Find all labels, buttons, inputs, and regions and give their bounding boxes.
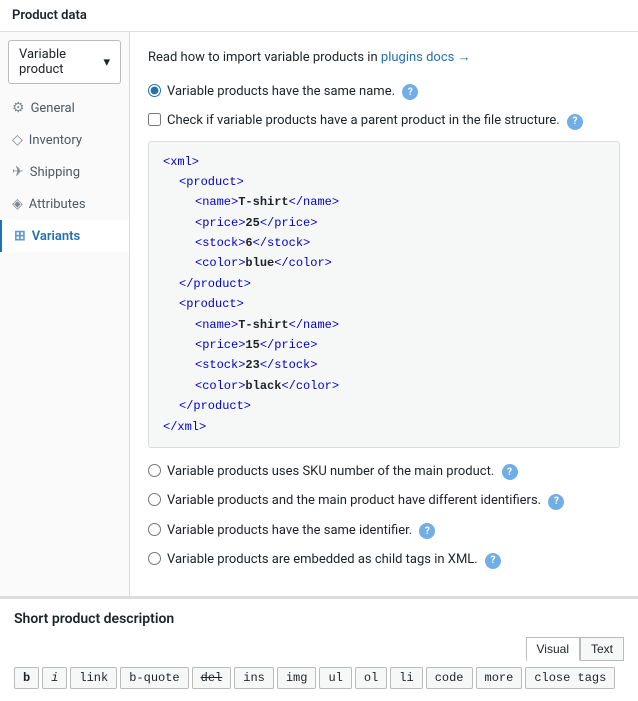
help-icon-child-tags[interactable]: ? <box>485 553 501 569</box>
radio-diff-id-label: Variable products and the main product h… <box>167 491 564 511</box>
xml-line: <stock> <box>195 236 245 250</box>
format-ins[interactable]: ins <box>234 667 274 689</box>
sidebar-item-inventory[interactable]: ◇ Inventory <box>0 124 129 156</box>
radio-option-same-name: Variable products have the same name. ? <box>148 82 620 102</box>
radio-child-tags-label: Variable products are embedded as child … <box>167 550 501 570</box>
tab-text[interactable]: Text <box>580 637 624 661</box>
checkbox-parent-check: Check if variable products have a parent… <box>148 111 620 131</box>
format-ul[interactable]: ul <box>319 667 351 689</box>
sidebar-item-label: Shipping <box>30 165 80 180</box>
xml-line: <product> <box>179 297 244 311</box>
format-blockquote[interactable]: b-quote <box>120 667 188 689</box>
format-ol[interactable]: ol <box>355 667 387 689</box>
radio-diff-id[interactable] <box>148 493 161 506</box>
product-type-value: Variable product <box>19 47 103 77</box>
help-icon-sku[interactable]: ? <box>502 464 518 480</box>
help-icon-diff-id[interactable]: ? <box>548 494 564 510</box>
variants-icon: ⊞ <box>14 228 26 244</box>
format-link[interactable]: link <box>70 667 117 689</box>
format-more[interactable]: more <box>476 667 523 689</box>
radio-option-child-tags: Variable products are embedded as child … <box>148 550 620 570</box>
xml-line: <xml> <box>163 155 199 169</box>
format-code[interactable]: code <box>426 667 473 689</box>
help-icon-sub[interactable]: ? <box>567 114 583 130</box>
sidebar-item-label: Attributes <box>29 197 86 212</box>
sidebar-nav: ⚙ General ◇ Inventory ✈ Shipping ◈ Attri… <box>0 92 129 252</box>
short-description-section: Short product description Visual Text b … <box>0 596 638 701</box>
xml-line: <color> <box>195 379 245 393</box>
xml-line: <product> <box>179 175 244 189</box>
radio-child-tags[interactable] <box>148 552 161 565</box>
xml-line: <price> <box>195 338 245 352</box>
sidebar-item-label: Inventory <box>29 133 82 148</box>
editor-toolbar: Visual Text <box>14 637 624 661</box>
radio-same-id[interactable] <box>148 523 161 536</box>
sidebar-item-label: General <box>31 101 75 116</box>
xml-line: <price> <box>195 216 245 230</box>
tab-visual[interactable]: Visual <box>526 637 580 661</box>
help-icon-same-id[interactable]: ? <box>419 523 435 539</box>
sidebar-item-shipping[interactable]: ✈ Shipping <box>0 156 129 188</box>
general-icon: ⚙ <box>12 100 25 116</box>
xml-line: </product> <box>179 277 251 291</box>
radio-sku-label: Variable products uses SKU number of the… <box>167 462 518 482</box>
xml-line: <color> <box>195 256 245 270</box>
arrow-icon: → <box>458 50 471 65</box>
format-img[interactable]: img <box>277 667 317 689</box>
shipping-icon: ✈ <box>12 164 24 180</box>
sidebar-item-attributes[interactable]: ◈ Attributes <box>0 188 129 220</box>
xml-line: <name> <box>195 195 238 209</box>
format-buttons-bar: b i link b-quote del ins img ul ol li co… <box>14 667 624 689</box>
xml-line: <name> <box>195 318 238 332</box>
product-data-body: Variable product ▾ ⚙ General ◇ Inventory… <box>0 32 638 596</box>
format-li[interactable]: li <box>390 667 422 689</box>
radio-option-sku: Variable products uses SKU number of the… <box>148 462 620 482</box>
import-notice-prefix: Read how to import variable products in <box>148 50 378 65</box>
xml-code-block: <xml> <product> <name>T-shirt</name> <pr… <box>148 141 620 448</box>
plugins-docs-link-text: plugins docs <box>381 50 454 65</box>
radio-same-name-label: Variable products have the same name. ? <box>167 82 418 102</box>
checkbox-parent-label: Check if variable products have a parent… <box>167 111 583 131</box>
product-type-dropdown[interactable]: Variable product ▾ <box>8 40 121 84</box>
dropdown-chevron-icon: ▾ <box>103 55 110 70</box>
sidebar-item-variants[interactable]: ⊞ Variants <box>0 220 129 252</box>
sidebar: Variable product ▾ ⚙ General ◇ Inventory… <box>0 32 130 596</box>
help-icon[interactable]: ? <box>402 84 418 100</box>
main-content: Read how to import variable products in … <box>130 32 638 596</box>
radio-option-same-id: Variable products have the same identifi… <box>148 521 620 541</box>
radio-same-name[interactable] <box>148 84 161 97</box>
format-italic[interactable]: i <box>42 667 67 689</box>
format-bold[interactable]: b <box>14 667 39 689</box>
product-data-header: Product data <box>0 0 638 32</box>
short-description-title: Short product description <box>14 611 624 627</box>
radio-option-diff-id: Variable products and the main product h… <box>148 491 620 511</box>
sidebar-item-label: Variants <box>32 229 80 244</box>
format-del[interactable]: del <box>192 667 232 689</box>
radio-sku[interactable] <box>148 464 161 477</box>
product-data-label: Product data <box>12 8 87 23</box>
attributes-icon: ◈ <box>12 196 23 212</box>
inventory-icon: ◇ <box>12 132 23 148</box>
app-container: Product data Variable product ▾ ⚙ Genera… <box>0 0 638 701</box>
xml-line: </product> <box>179 399 251 413</box>
xml-line: <stock> <box>195 358 245 372</box>
radio-same-id-label: Variable products have the same identifi… <box>167 521 435 541</box>
sidebar-item-general[interactable]: ⚙ General <box>0 92 129 124</box>
import-notice: Read how to import variable products in … <box>148 48 620 68</box>
format-close-tags[interactable]: close tags <box>525 667 615 689</box>
xml-line: </xml> <box>163 420 206 434</box>
plugins-docs-link[interactable]: plugins docs → <box>381 50 471 65</box>
checkbox-parent-input[interactable] <box>148 113 161 126</box>
